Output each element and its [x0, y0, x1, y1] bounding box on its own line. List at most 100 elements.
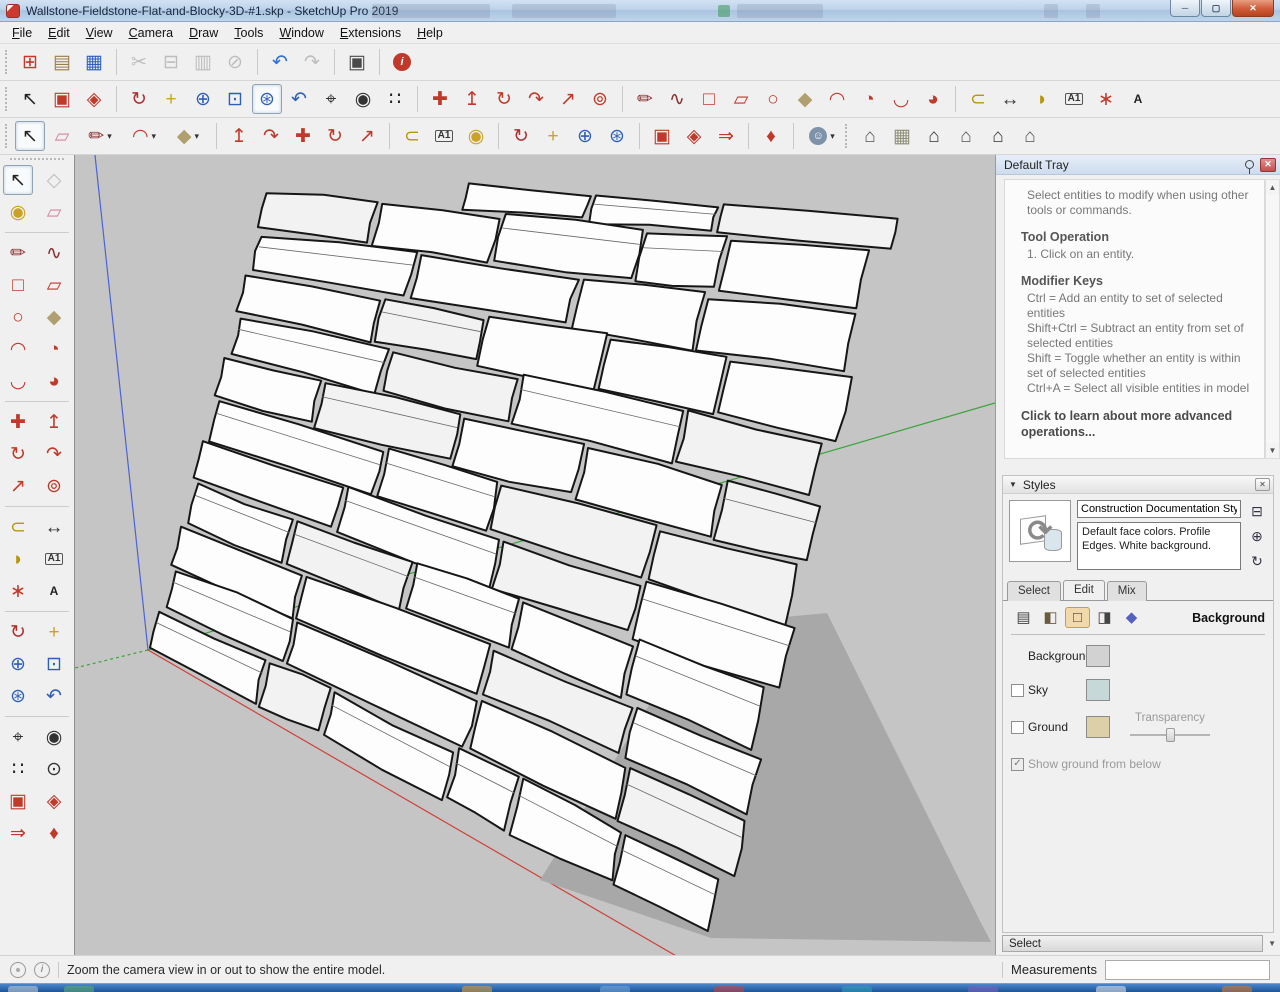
toolbar-grip[interactable]: [5, 124, 10, 148]
circle-icon[interactable]: ○: [758, 84, 788, 114]
rotated-rectangle-icon[interactable]: ▱: [726, 84, 756, 114]
tab-mix[interactable]: Mix: [1106, 581, 1147, 601]
zoom-extents-icon[interactable]: ⊛: [252, 84, 282, 114]
rotate-icon[interactable]: ↻: [489, 84, 519, 114]
look-around-icon[interactable]: ◉: [39, 722, 69, 752]
arc-icon[interactable]: ◠: [822, 84, 852, 114]
title-bar[interactable]: Wallstone-Fieldstone-Flat-and-Blocky-3D-…: [0, 0, 1280, 22]
make-component-icon[interactable]: ◇: [39, 165, 69, 195]
3d-warehouse-icon[interactable]: ▣: [47, 84, 77, 114]
rectangle-icon[interactable]: □: [694, 84, 724, 114]
scroll-up-icon[interactable]: ▲: [1269, 180, 1277, 195]
view-left-icon[interactable]: ⌂: [1015, 121, 1045, 151]
orbit-icon[interactable]: ↻: [124, 84, 154, 114]
modeling-settings-icon[interactable]: ◆: [1119, 607, 1144, 628]
ground-checkbox[interactable]: [1011, 720, 1024, 734]
geolocation-icon[interactable]: [10, 961, 26, 978]
line-icon[interactable]: ✏ ▾: [79, 121, 121, 151]
menu-view[interactable]: View: [78, 24, 121, 42]
cut-icon[interactable]: ✂: [124, 47, 154, 77]
orbit-icon[interactable]: ↻: [506, 121, 536, 151]
tray-close-button[interactable]: ✕: [1260, 157, 1276, 172]
select-icon[interactable]: ↖: [3, 165, 33, 195]
walk-icon[interactable]: ∷: [3, 754, 33, 784]
offset-icon[interactable]: ⊚: [585, 84, 615, 114]
styles-close-button[interactable]: ✕: [1255, 478, 1270, 491]
open-icon[interactable]: ▤: [47, 47, 77, 77]
follow-me-icon[interactable]: ↷: [39, 439, 69, 469]
transparency-slider[interactable]: [1130, 728, 1210, 742]
create-new-style-icon[interactable]: ⊕: [1248, 527, 1266, 545]
3d-text-icon[interactable]: A: [1123, 84, 1153, 114]
sky-checkbox[interactable]: [1011, 683, 1024, 697]
paste-icon[interactable]: ▥: [188, 47, 218, 77]
push-pull-icon[interactable]: ↥: [457, 84, 487, 114]
paint-bucket-icon[interactable]: ◉: [461, 121, 491, 151]
secondary-pane-icon[interactable]: ⊟: [1248, 502, 1266, 520]
axes-icon[interactable]: ∗: [1091, 84, 1121, 114]
share-model-icon[interactable]: ◈: [79, 84, 109, 114]
tab-select[interactable]: Select: [1007, 581, 1061, 601]
freehand-icon[interactable]: ∿: [662, 84, 692, 114]
zoom-icon[interactable]: ⊕: [188, 84, 218, 114]
edge-settings-icon[interactable]: ▤: [1011, 607, 1036, 628]
instructor-scrollbar[interactable]: ▲ ▼: [1265, 179, 1280, 459]
eraser-icon[interactable]: ▱: [47, 121, 77, 151]
taskbar-item[interactable]: [600, 986, 630, 992]
ground-color-swatch[interactable]: [1086, 716, 1110, 738]
paint-bucket-icon[interactable]: ◉: [3, 197, 33, 227]
extension-warehouse-icon[interactable]: ♦: [756, 121, 786, 151]
three-point-arc-icon[interactable]: ◡: [3, 366, 33, 396]
slider-thumb[interactable]: [1166, 728, 1175, 742]
toolbar-grip[interactable]: [5, 50, 10, 74]
view-iso-icon[interactable]: ⌂: [855, 121, 885, 151]
protractor-icon[interactable]: ◗: [3, 544, 33, 574]
rotate-icon[interactable]: ↻: [320, 121, 350, 151]
collapse-icon[interactable]: ▼: [1009, 480, 1017, 489]
pan-icon[interactable]: +: [538, 121, 568, 151]
taskbar-item[interactable]: [64, 986, 94, 992]
rectangle-icon[interactable]: □: [3, 270, 33, 300]
erase-icon[interactable]: ⊘: [220, 47, 250, 77]
close-button[interactable]: ✕: [1232, 0, 1274, 17]
pie-icon[interactable]: ◕: [39, 366, 69, 396]
move-icon[interactable]: ✚: [288, 121, 318, 151]
tape-measure-icon[interactable]: ⊂: [963, 84, 993, 114]
polygon-icon[interactable]: ◆: [790, 84, 820, 114]
taskbar-item[interactable]: [1222, 986, 1252, 992]
line-icon[interactable]: ✏: [630, 84, 660, 114]
offset-icon[interactable]: ⊚: [39, 471, 69, 501]
previous-icon[interactable]: ↶: [284, 84, 314, 114]
shapes-icon[interactable]: ◆ ▾: [167, 121, 209, 151]
menu-window[interactable]: Window: [271, 24, 331, 42]
send-to-layout-icon[interactable]: ⇒: [3, 818, 33, 848]
zoom-icon[interactable]: ⊕: [3, 649, 33, 679]
follow-me-icon[interactable]: ↷: [256, 121, 286, 151]
watermark-settings-icon[interactable]: ◨: [1092, 607, 1117, 628]
two-point-arc-icon[interactable]: ◔: [39, 334, 69, 364]
zoom-extents-icon[interactable]: ⊛: [3, 681, 33, 711]
tape-measure-icon[interactable]: ⊂: [3, 512, 33, 542]
tab-edit[interactable]: Edit: [1062, 580, 1105, 600]
push-pull-icon[interactable]: ↥: [224, 121, 254, 151]
text-icon[interactable]: A1: [1059, 84, 1089, 114]
menu-camera[interactable]: Camera: [121, 24, 181, 42]
look-around-icon[interactable]: ◉: [348, 84, 378, 114]
account-icon[interactable]: ☺ ▾: [801, 121, 843, 151]
pan-icon[interactable]: +: [39, 617, 69, 647]
info-icon[interactable]: i: [34, 961, 50, 978]
toolbar-grip[interactable]: [5, 87, 10, 111]
view-back-icon[interactable]: ⌂: [983, 121, 1013, 151]
save-icon[interactable]: ▦: [79, 47, 109, 77]
view-front-icon[interactable]: ⌂: [919, 121, 949, 151]
freehand-icon[interactable]: ∿: [39, 238, 69, 268]
share-model-icon[interactable]: ◈: [39, 786, 69, 816]
arc-icon[interactable]: ◠: [3, 334, 33, 364]
background-settings-icon[interactable]: □: [1065, 607, 1090, 628]
zoom-window-icon[interactable]: ⊡: [220, 84, 250, 114]
model-info-icon[interactable]: i: [387, 47, 417, 77]
polygon-icon[interactable]: ◆: [39, 302, 69, 332]
arc-icon[interactable]: ◠ ▾: [123, 121, 165, 151]
text-icon[interactable]: A1: [39, 544, 69, 574]
scroll-down-icon[interactable]: ▼: [1269, 443, 1277, 458]
